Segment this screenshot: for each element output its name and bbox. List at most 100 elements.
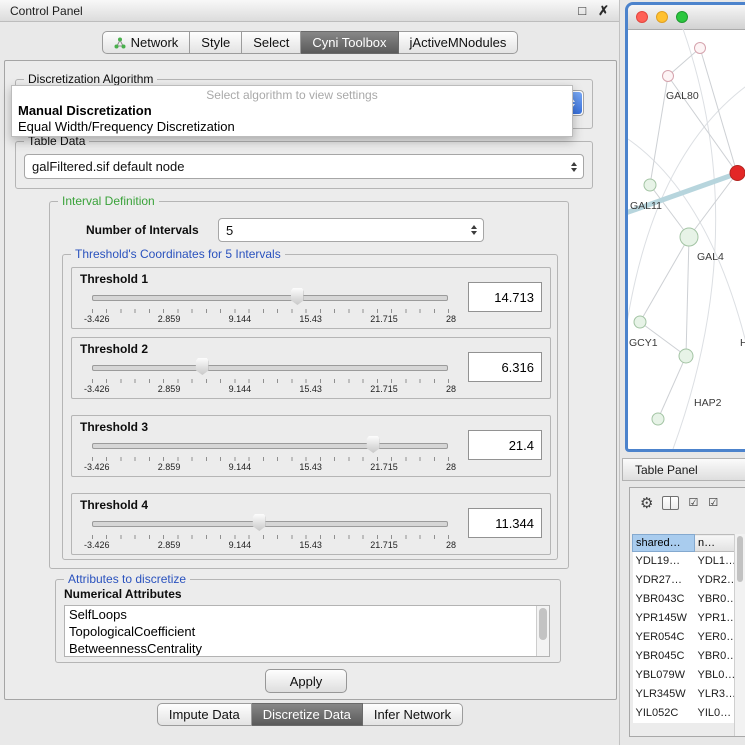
threshold-1-slider[interactable]	[92, 288, 448, 306]
combo-stepper-icon[interactable]	[471, 225, 477, 235]
node-label: GAL80	[666, 90, 699, 102]
dropdown-option-manual-discretization[interactable]: Manual Discretization	[12, 103, 572, 119]
threshold-2-slider[interactable]	[92, 358, 448, 376]
table-row[interactable]: YDL19…YDL1…	[633, 552, 741, 571]
threshold-label: Threshold 1	[80, 272, 148, 286]
slider-scale: -3.4262.8599.14415.4321.71528	[84, 540, 456, 550]
select-columns-icon[interactable]: ☑	[708, 498, 719, 509]
table-cell[interactable]: YDR27…	[633, 571, 695, 590]
table-row[interactable]: YBR045CYBR0…	[633, 647, 741, 666]
algorithm-dropdown-popup: Select algorithm to view settings Manual…	[11, 85, 573, 137]
table-cell[interactable]: YER054C	[633, 628, 695, 647]
threshold-4-slider[interactable]	[92, 514, 448, 532]
list-item[interactable]: BetweennessCentrality	[65, 640, 549, 657]
table-scrollbar[interactable]	[734, 534, 745, 736]
network-node[interactable]	[644, 179, 656, 191]
network-view-window: GAL80 GAL11 GAL4 GCY1 HAP2 H	[625, 2, 745, 452]
table-row[interactable]: YBL079WYBL0…	[633, 666, 741, 685]
numerical-attributes-list[interactable]: SelfLoopsTopologicalCoefficientBetweenne…	[64, 605, 550, 657]
network-node[interactable]	[663, 71, 674, 82]
close-traffic-light-icon[interactable]	[636, 11, 648, 23]
list-item[interactable]: TopologicalCoefficient	[65, 623, 549, 640]
slider-thumb[interactable]	[196, 358, 209, 375]
scrollbar-thumb[interactable]	[737, 536, 743, 582]
slider-track[interactable]	[92, 365, 448, 371]
tab-cyni-toolbox[interactable]: Cyni Toolbox	[301, 31, 398, 54]
column-header-shared-name[interactable]: shared…	[633, 535, 695, 552]
columns-icon[interactable]	[662, 496, 679, 510]
table-row[interactable]: YIL052CYIL0…	[633, 704, 741, 723]
tab-discretize-data[interactable]: Discretize Data	[252, 703, 363, 726]
table-cell[interactable]: YPR145W	[633, 609, 695, 628]
slider-track[interactable]	[92, 295, 448, 301]
network-node[interactable]	[634, 316, 646, 328]
threshold-label: Threshold 2	[80, 342, 148, 356]
scrollbar-thumb[interactable]	[539, 608, 547, 640]
network-node[interactable]	[679, 349, 693, 363]
slider-track[interactable]	[92, 521, 448, 527]
table-panel-window: ⚙ ☑ ☑ shared… n… YDL19…YDL1…YDR27…YDR2…Y…	[629, 487, 745, 737]
network-node-gal4[interactable]	[680, 228, 698, 246]
table-cell[interactable]: YBR045C	[633, 647, 695, 666]
tab-impute-data[interactable]: Impute Data	[157, 703, 252, 726]
float-window-icon[interactable]: □	[578, 4, 586, 17]
threshold-4-value-field[interactable]: 11.344	[468, 508, 542, 538]
slider-thumb[interactable]	[253, 514, 266, 531]
threshold-3-value-field[interactable]: 21.4	[468, 430, 542, 460]
apply-button[interactable]: Apply	[265, 669, 347, 693]
table-data-combo[interactable]: galFiltered.sif default node	[24, 154, 584, 179]
table-row[interactable]: YLR345WYLR3…	[633, 685, 741, 704]
cyni-bottom-tabbar: Impute Data Discretize Data Infer Networ…	[0, 703, 620, 726]
network-window-titlebar[interactable]	[628, 5, 745, 30]
close-icon[interactable]: ✗	[598, 4, 609, 17]
table-row[interactable]: YPR145WYPR1…	[633, 609, 741, 628]
tab-label: Style	[201, 35, 230, 50]
network-node[interactable]	[695, 43, 706, 54]
list-scrollbar[interactable]	[536, 606, 549, 656]
minimize-traffic-light-icon[interactable]	[656, 11, 668, 23]
table-panel-title: Table Panel	[635, 463, 698, 477]
threshold-3-slider[interactable]	[92, 436, 448, 454]
select-all-rows-icon[interactable]: ☑	[688, 498, 699, 509]
table-panel-toolbar: ⚙ ☑ ☑	[630, 488, 745, 518]
table-cell[interactable]: YBR043C	[633, 590, 695, 609]
network-node-selected[interactable]	[730, 166, 745, 181]
slider-thumb[interactable]	[291, 288, 304, 305]
control-panel-tabbar: Network Style Select Cyni Toolbox jActiv…	[0, 31, 620, 54]
node-label: HAP2	[694, 397, 722, 409]
gear-icon[interactable]: ⚙	[640, 496, 653, 511]
table-cell[interactable]: YLR345W	[633, 685, 695, 704]
threshold-4-box: Threshold 4 -3.4262.8599.14415.4321.7152…	[71, 493, 551, 555]
table-data-group: Table Data galFiltered.sif default node	[15, 141, 593, 189]
table-cell[interactable]: YIL052C	[633, 704, 695, 723]
threshold-2-box: Threshold 2 -3.4262.8599.14415.4321.7152…	[71, 337, 551, 399]
tab-label: Cyni Toolbox	[312, 35, 386, 50]
node-label: GAL11	[630, 200, 662, 212]
table-row[interactable]: YDR27…YDR2…	[633, 571, 741, 590]
table-row[interactable]: YBR043CYBR0…	[633, 590, 741, 609]
table-data-selected: galFiltered.sif default node	[32, 159, 184, 174]
tab-jactivemnodules[interactable]: jActiveMNodules	[399, 31, 519, 54]
tab-label: jActiveMNodules	[410, 35, 507, 50]
slider-thumb[interactable]	[367, 436, 380, 453]
tab-style[interactable]: Style	[190, 31, 242, 54]
zoom-traffic-light-icon[interactable]	[676, 11, 688, 23]
control-panel-title: Control Panel	[10, 4, 83, 18]
table-row[interactable]: YER054CYER0…	[633, 628, 741, 647]
tab-network[interactable]: Network	[102, 31, 191, 54]
tab-select[interactable]: Select	[242, 31, 301, 54]
network-node[interactable]	[652, 413, 664, 425]
table-cell[interactable]: YDL19…	[633, 552, 695, 571]
slider-track[interactable]	[92, 443, 448, 449]
tab-infer-network[interactable]: Infer Network	[363, 703, 463, 726]
dropdown-option-equal-width[interactable]: Equal Width/Frequency Discretization	[12, 119, 572, 135]
threshold-3-box: Threshold 3 -3.4262.8599.14415.4321.7152…	[71, 415, 551, 477]
network-canvas[interactable]: GAL80 GAL11 GAL4 GCY1 HAP2 H	[628, 29, 745, 449]
list-item[interactable]: SelfLoops	[65, 606, 549, 623]
table-cell[interactable]: YBL079W	[633, 666, 695, 685]
threshold-2-value-field[interactable]: 6.316	[468, 352, 542, 382]
threshold-1-value-field[interactable]: 14.713	[468, 282, 542, 312]
combo-stepper-icon[interactable]	[571, 162, 577, 172]
slider-ticks	[92, 535, 449, 539]
num-intervals-combo[interactable]: 5	[218, 218, 484, 242]
